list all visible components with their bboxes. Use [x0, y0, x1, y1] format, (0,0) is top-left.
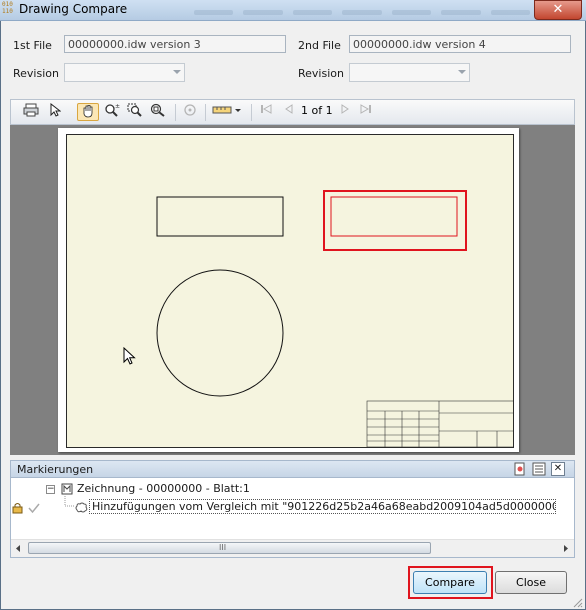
change-highlight-frame — [323, 190, 467, 251]
drawing-canvas[interactable] — [66, 134, 514, 448]
svg-text:±: ± — [115, 103, 120, 110]
zoom-window-icon[interactable] — [126, 103, 144, 121]
lock-icon[interactable] — [12, 502, 23, 514]
close-button[interactable]: Close — [495, 571, 567, 594]
title-block — [366, 400, 513, 447]
second-revision-dropdown[interactable] — [349, 63, 470, 82]
tree-child-markup[interactable]: Hinzufügungen vom Vergleich mit "901226d… — [89, 499, 556, 514]
chevron-down-icon — [458, 70, 466, 74]
first-file-field: 00000000.idw version 3 — [64, 35, 286, 53]
print-icon[interactable] — [21, 103, 41, 121]
checkmark-icon[interactable] — [28, 502, 40, 514]
drawing-rectangle — [156, 196, 284, 237]
markups-panel-title: Markierungen — [17, 463, 94, 476]
orbit-icon[interactable] — [181, 103, 199, 121]
scroll-grip: III — [219, 543, 227, 552]
mouse-cursor-icon — [123, 347, 136, 365]
tree-collapse-toggle[interactable]: − — [46, 485, 55, 494]
markup-cloud-icon — [75, 502, 88, 513]
scrollbar-thumb[interactable]: III — [28, 542, 431, 554]
first-page-icon[interactable] — [259, 103, 273, 121]
markups-horizontal-scrollbar[interactable]: III — [11, 539, 574, 557]
chevron-down-icon — [173, 70, 181, 74]
viewer-toolbar: ± 1 of 1 — [10, 99, 575, 125]
page-indicator: 1 of 1 — [301, 104, 333, 117]
resize-grip-icon[interactable] — [571, 596, 583, 608]
toolbar-separator — [175, 104, 176, 121]
tree-connector-line — [64, 496, 75, 507]
toolbar-separator — [251, 104, 252, 121]
next-page-icon[interactable] — [339, 103, 351, 121]
tree-root-label[interactable]: Zeichnung - 00000000 - Blatt:1 — [77, 482, 250, 495]
app-icon: 010 110 — [2, 1, 13, 15]
second-file-label: 2nd File — [298, 39, 341, 52]
window-title: Drawing Compare — [19, 2, 128, 16]
toolbar-separator — [205, 104, 206, 121]
title-bar[interactable]: 010 110 Drawing Compare ✕ — [0, 0, 586, 21]
zoom-icon[interactable]: ± — [103, 103, 121, 121]
pan-hand-icon[interactable] — [77, 103, 99, 121]
first-file-label: 1st File — [13, 39, 52, 52]
last-page-icon[interactable] — [359, 103, 373, 121]
drawing-geometry — [156, 196, 513, 447]
second-revision-label: Revision — [298, 67, 344, 80]
first-revision-label: Revision — [13, 67, 59, 80]
scroll-left-icon[interactable] — [14, 544, 22, 553]
prev-page-icon[interactable] — [283, 103, 295, 121]
first-revision-dropdown[interactable] — [64, 63, 185, 82]
background-menu-blur — [194, 10, 530, 20]
zoom-all-icon[interactable] — [149, 103, 167, 121]
window-close-button[interactable]: ✕ — [534, 0, 582, 20]
second-file-field: 00000000.idw version 4 — [349, 35, 571, 53]
markup-list-icon[interactable] — [532, 462, 546, 476]
close-icon[interactable]: ✕ — [551, 462, 565, 476]
measure-icon[interactable] — [211, 103, 243, 121]
markups-panel-header: Markierungen ✕ — [10, 460, 575, 478]
scroll-right-icon[interactable] — [562, 544, 570, 553]
drawing-circle — [156, 269, 284, 397]
compare-highlight-frame — [408, 566, 493, 599]
sheet-icon — [61, 483, 73, 495]
markup-settings-icon[interactable] — [513, 462, 527, 476]
select-arrow-icon[interactable] — [47, 102, 63, 121]
